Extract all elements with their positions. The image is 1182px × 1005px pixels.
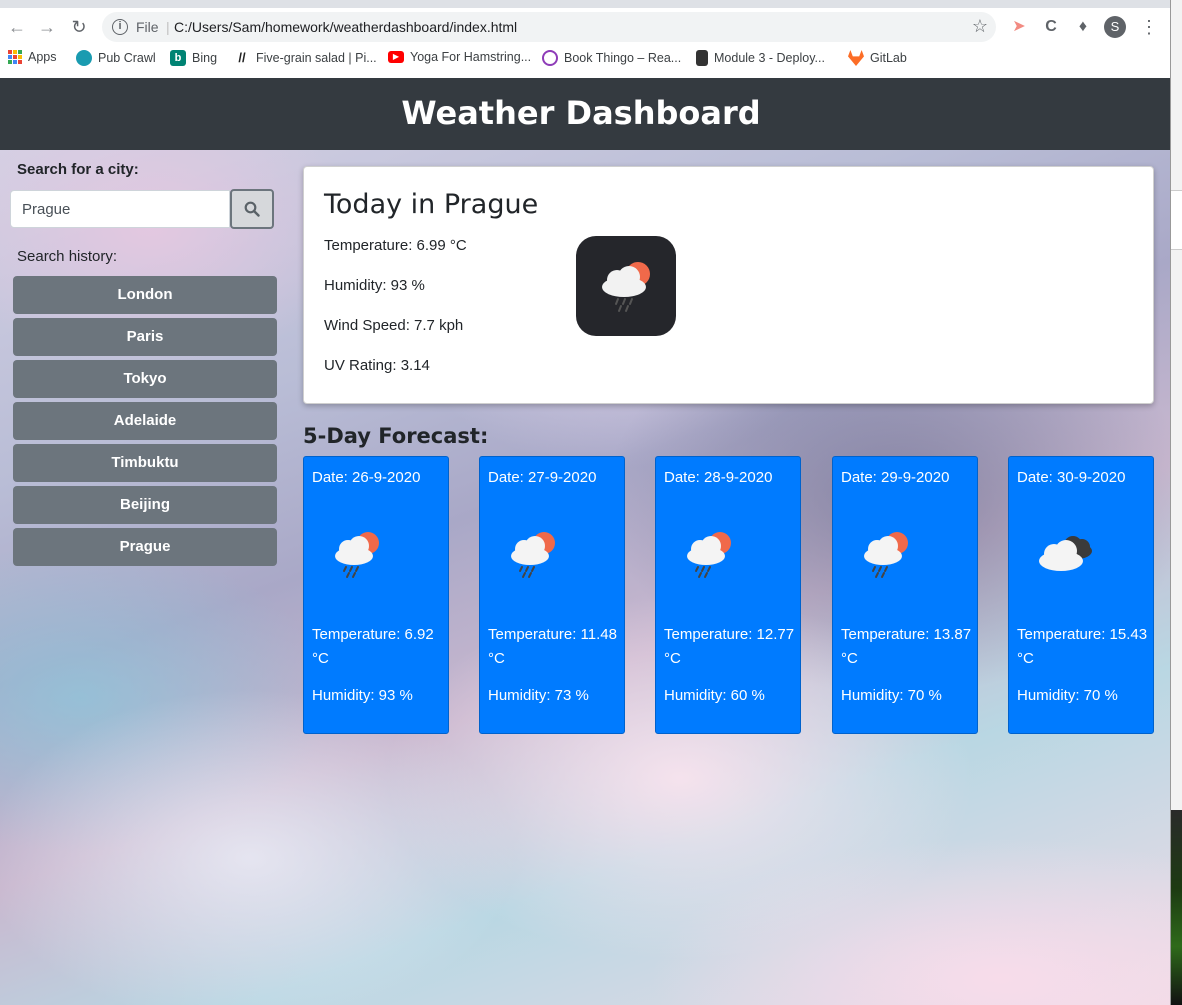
extension-c-icon[interactable]: C (1040, 16, 1062, 38)
reload-icon[interactable]: ↻ (66, 14, 92, 40)
forecast-date: Date: 29-9-2020 (841, 469, 950, 486)
forecast-temperature: Temperature: 6.92 °C (312, 626, 434, 667)
address-separator: | (166, 19, 170, 35)
bookmark-pub-crawl[interactable]: Pub Crawl (76, 50, 156, 66)
forecast-card: Date: 28-9-2020 Temperature: 12.77 °C Hu… (655, 456, 801, 734)
forecast-temperature: Temperature: 15.43 °C (1017, 626, 1148, 667)
search-button[interactable] (230, 189, 274, 229)
rain-cloud-sun-icon (602, 262, 650, 312)
profile-avatar[interactable]: S (1104, 16, 1126, 38)
browser-toolbar: ← → ↻ i File | C:/Users/Sam/homework/wea… (0, 8, 1170, 46)
apps-grid-icon (8, 50, 22, 64)
background-window-panel (1171, 190, 1182, 250)
forecast-date: Date: 26-9-2020 (312, 469, 421, 486)
history-button-timbuktu[interactable]: Timbuktu (13, 444, 277, 482)
current-weather-card: Today in Prague Temperature: 6.99 °C Hum… (303, 166, 1154, 404)
background-window-edge (1170, 0, 1182, 1005)
browser-chrome: ← → ↻ i File | C:/Users/Sam/homework/wea… (0, 0, 1170, 78)
search-icon (244, 201, 260, 217)
bookmark-module-3[interactable]: Module 3 - Deploy... (696, 50, 825, 66)
history-button-paris[interactable]: Paris (13, 318, 277, 356)
forecast-humidity: Humidity: 70 % (841, 687, 942, 704)
search-history-label: Search history: (17, 248, 118, 265)
search-label: Search for a city: (17, 161, 139, 178)
rain-cloud-sun-icon (864, 532, 908, 578)
history-button-tokyo[interactable]: Tokyo (13, 360, 277, 398)
bookmarks-bar: Apps Pub Crawl b Bing // Five-grain sala… (0, 46, 1170, 72)
youtube-icon: ▶ (388, 51, 404, 63)
current-temperature: Temperature: 6.99 °C (324, 237, 467, 254)
forecast-humidity: Humidity: 60 % (664, 687, 765, 704)
menu-kebab-icon[interactable]: ⋮ (1140, 16, 1158, 38)
bookmark-label: Yoga For Hamstring... (410, 50, 532, 64)
bookmark-gitlab[interactable]: GitLab (848, 50, 907, 66)
info-icon[interactable]: i (112, 19, 128, 35)
bookmark-label: Five-grain salad | Pi... (256, 51, 377, 65)
forecast-card: Date: 30-9-2020 Temperature: 15.43 °C Hu… (1008, 456, 1154, 734)
forecast-temperature: Temperature: 12.77 °C (664, 626, 795, 667)
puzzle-icon[interactable]: ♦ (1072, 16, 1094, 38)
bookmark-label: Book Thingo – Rea... (564, 51, 682, 65)
book-logo-icon (542, 50, 558, 66)
current-weather-title: Today in Prague (324, 189, 539, 220)
forecast-card: Date: 26-9-2020 Temperature: 6.92 °C Hum… (303, 456, 449, 734)
forecast-humidity: Humidity: 93 % (312, 687, 413, 704)
current-wind-speed: Wind Speed: 7.7 kph (324, 317, 464, 334)
bing-icon: b (170, 50, 186, 66)
forecast-temperature: Temperature: 13.87 °C (841, 626, 972, 667)
background-window-dark-area (1171, 810, 1182, 1005)
history-button-prague[interactable]: Prague (13, 528, 277, 566)
page-title: Weather Dashboard (401, 94, 761, 132)
forecast-temperature: Temperature: 11.48 °C (488, 626, 617, 667)
notebook-icon (696, 50, 708, 66)
search-history-list: London Paris Tokyo Adelaide Timbuktu Bei… (13, 276, 277, 570)
city-search-input[interactable] (10, 190, 230, 228)
url-text[interactable]: C:/Users/Sam/homework/weatherdashboard/i… (174, 19, 517, 35)
file-label: File (136, 19, 159, 35)
globe-icon (76, 50, 92, 66)
bookmark-label: Bing (192, 51, 218, 65)
bookmark-label: Apps (28, 50, 57, 64)
extension-icon[interactable]: ➤ (1008, 16, 1030, 38)
gitlab-icon (848, 50, 864, 66)
bookmark-yoga[interactable]: ▶ Yoga For Hamstring... (388, 50, 531, 64)
current-uv-rating: UV Rating: 3.14 (324, 357, 430, 374)
history-button-beijing[interactable]: Beijing (13, 486, 277, 524)
bookmark-bing[interactable]: b Bing (170, 50, 217, 66)
forecast-date: Date: 28-9-2020 (664, 469, 773, 486)
history-button-adelaide[interactable]: Adelaide (13, 402, 277, 440)
tab-strip (0, 0, 1170, 8)
history-button-london[interactable]: London (13, 276, 277, 314)
address-bar[interactable]: i File | C:/Users/Sam/homework/weatherda… (102, 12, 996, 42)
current-humidity: Humidity: 93 % (324, 277, 425, 294)
forecast-humidity: Humidity: 73 % (488, 687, 589, 704)
rain-cloud-sun-icon (511, 532, 555, 578)
cloudy-icon (1039, 536, 1092, 571)
forecast-date: Date: 30-9-2020 (1017, 469, 1126, 486)
forecast-title: 5-Day Forecast: (303, 424, 489, 448)
forecast-card: Date: 27-9-2020 Temperature: 11.48 °C Hu… (479, 456, 625, 734)
slash-logo-icon: // (238, 50, 246, 65)
rain-cloud-sun-icon (335, 532, 379, 578)
bookmark-book-thingo[interactable]: Book Thingo – Rea... (542, 50, 681, 66)
forecast-date: Date: 27-9-2020 (488, 469, 597, 486)
forecast-card: Date: 29-9-2020 Temperature: 13.87 °C Hu… (832, 456, 978, 734)
bookmark-label: Pub Crawl (98, 51, 156, 65)
bookmark-star-icon[interactable]: ☆ (972, 16, 988, 37)
bookmark-label: GitLab (870, 51, 907, 65)
page-body: Weather Dashboard Search for a city: Sea… (0, 78, 1170, 1005)
page-header: Weather Dashboard (0, 78, 1170, 150)
bookmark-apps[interactable]: Apps (8, 50, 57, 64)
rain-cloud-sun-icon (687, 532, 731, 578)
current-weather-icon-tile (576, 236, 676, 336)
forward-icon[interactable]: → (34, 14, 60, 40)
bookmark-label: Module 3 - Deploy... (714, 51, 825, 65)
bookmark-five-grain[interactable]: // Five-grain salad | Pi... (234, 50, 377, 66)
forecast-humidity: Humidity: 70 % (1017, 687, 1118, 704)
back-icon[interactable]: ← (4, 14, 30, 40)
